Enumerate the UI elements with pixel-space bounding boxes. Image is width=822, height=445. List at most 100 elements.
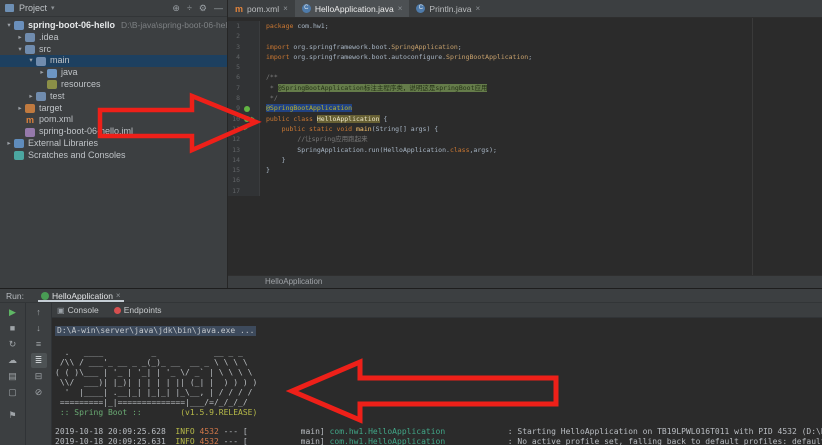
code-line[interactable]: 15} bbox=[228, 165, 822, 176]
line-number: 15 bbox=[228, 165, 243, 176]
rerun-icon[interactable]: ▶ bbox=[5, 305, 21, 320]
line-number: 3 bbox=[228, 41, 243, 52]
code-line[interactable]: 14 } bbox=[228, 154, 822, 166]
dump-threads-icon[interactable]: ▤ bbox=[5, 369, 21, 384]
code-line[interactable]: 5 bbox=[228, 62, 822, 73]
run-panel-label: Run: bbox=[6, 290, 24, 301]
run-icon[interactable]: ▶ bbox=[244, 126, 248, 132]
expand-arrow-icon[interactable]: ▸ bbox=[15, 32, 25, 44]
folder-java-icon bbox=[47, 68, 57, 78]
tree-item-main[interactable]: ▾ main bbox=[0, 55, 227, 68]
close-icon[interactable]: × bbox=[475, 4, 480, 13]
run-config-tab[interactable]: HelloApplication × bbox=[36, 289, 126, 302]
scroll-to-end-icon[interactable]: ≣ bbox=[30, 353, 47, 368]
tree-item-resources[interactable]: resources bbox=[0, 79, 227, 91]
tab-helloapplication-java[interactable]: C HelloApplication.java × bbox=[294, 0, 410, 17]
code-line[interactable]: 17 bbox=[228, 185, 822, 197]
tree-item-idea[interactable]: ▸ .idea bbox=[0, 32, 227, 44]
expand-arrow-icon[interactable]: ▾ bbox=[4, 20, 14, 32]
code-line[interactable]: 2 bbox=[228, 31, 822, 42]
expand-arrow-icon[interactable]: ▾ bbox=[15, 44, 25, 56]
collapse-all-icon[interactable]: ÷ bbox=[187, 2, 192, 14]
code-text: @SpringBootApplication bbox=[266, 104, 353, 113]
pin-icon[interactable]: ⚑ bbox=[5, 408, 21, 423]
chevron-down-icon[interactable]: ▾ bbox=[51, 4, 55, 12]
tree-item-root[interactable]: ▾ spring-boot-06-hello D:\B-java\spring-bo… bbox=[0, 20, 227, 32]
print-icon[interactable]: ⊟ bbox=[31, 369, 47, 384]
close-icon[interactable]: × bbox=[283, 4, 288, 13]
locate-file-icon[interactable]: ⊕ bbox=[172, 2, 180, 14]
tree-item-java[interactable]: ▸ java bbox=[0, 67, 227, 79]
restart-icon[interactable]: ↻ bbox=[5, 337, 21, 352]
maven-icon: m bbox=[25, 114, 34, 125]
soft-wrap-icon[interactable]: ≡ bbox=[31, 337, 47, 352]
tree-item-iml[interactable]: spring-boot-06-hello.iml bbox=[0, 126, 227, 138]
code-line[interactable]: 9 @SpringBootApplication bbox=[228, 103, 822, 114]
hide-panel-icon[interactable]: — bbox=[214, 2, 223, 14]
code-text: import org.springframework.boot.autoconf… bbox=[266, 52, 533, 61]
code-line[interactable]: 3 import org.springframework.boot.SpringA… bbox=[228, 41, 822, 52]
run-icon[interactable]: ▶ bbox=[251, 115, 255, 122]
spring-bean-icon[interactable] bbox=[244, 105, 250, 112]
code-line[interactable]: 16 bbox=[228, 175, 822, 186]
expand-arrow-icon[interactable]: ▾ bbox=[26, 55, 36, 67]
tree-item-src[interactable]: ▾ src bbox=[0, 44, 227, 56]
code-line[interactable]: 4 import org.springframework.boot.autocon… bbox=[228, 51, 822, 63]
close-icon[interactable]: × bbox=[398, 4, 403, 13]
down-stack-trace-icon[interactable]: ↓ bbox=[31, 321, 47, 336]
close-icon[interactable]: × bbox=[116, 291, 121, 300]
tree-item-test[interactable]: ▸ test bbox=[0, 91, 227, 103]
project-panel-header[interactable]: Project ▾ ⊕ ÷ ⚙ — bbox=[0, 0, 227, 17]
log-lines: 2019-10-18 20:09:25.628 INFO 4532 --- [ … bbox=[52, 427, 822, 445]
java-command-line: D:\A-win\server\java\jdk\bin\java.exe ..… bbox=[55, 326, 257, 336]
tab-console[interactable]: ▣ Console bbox=[57, 305, 99, 315]
line-number: 16 bbox=[228, 175, 243, 186]
tree-item-pom[interactable]: m pom.xml bbox=[0, 114, 227, 126]
line-number: 9 bbox=[228, 103, 243, 114]
code-line[interactable]: 13 SpringApplication.run(HelloApplicatio… bbox=[228, 144, 822, 155]
expand-arrow-icon[interactable]: ▸ bbox=[37, 67, 47, 79]
tab-endpoints[interactable]: Endpoints bbox=[113, 305, 162, 315]
code-line[interactable]: 8 */ bbox=[228, 93, 822, 104]
code-line[interactable]: 11 ▶ public static void main(String[] arg… bbox=[228, 123, 822, 135]
editor-tab-bar: m pom.xml × C HelloApplication.java × C … bbox=[228, 0, 822, 18]
attach-console-icon[interactable]: ▢ bbox=[5, 385, 21, 400]
tab-println-java[interactable]: C Println.java × bbox=[409, 0, 487, 17]
folder-target-icon bbox=[25, 103, 35, 113]
code-line[interactable]: 1 package com.hw1; bbox=[228, 21, 822, 32]
stop-icon[interactable]: ■ bbox=[5, 321, 21, 336]
gutter: ▶ bbox=[243, 113, 260, 124]
libraries-icon bbox=[14, 139, 24, 149]
expand-arrow-icon[interactable]: ▸ bbox=[4, 138, 14, 150]
gutter bbox=[243, 93, 260, 104]
tree-item-target[interactable]: ▸ target bbox=[0, 103, 227, 115]
gutter bbox=[243, 51, 260, 63]
code-line[interactable]: 6 /** bbox=[228, 72, 822, 83]
tree-item-label: target bbox=[39, 102, 63, 113]
spring-bean-icon[interactable] bbox=[244, 115, 250, 122]
tool-window-icon bbox=[5, 4, 14, 12]
line-number: 7 bbox=[228, 82, 243, 94]
gear-icon[interactable]: ⚙ bbox=[199, 2, 207, 14]
breadcrumb[interactable]: HelloApplication bbox=[228, 275, 822, 288]
up-stack-trace-icon[interactable]: ↑ bbox=[31, 305, 47, 320]
upload-hot-swap-icon[interactable]: ☁ bbox=[5, 353, 21, 368]
tree-item-external-libraries[interactable]: ▸ External Libraries bbox=[0, 138, 227, 150]
gutter bbox=[243, 154, 260, 166]
tab-label: Endpoints bbox=[123, 305, 162, 315]
spring-boot-ascii-banner: . ____ _ __ _ _ /\\ / ___'_ __ _ _(_)_ _… bbox=[55, 348, 258, 407]
right-margin-guide bbox=[752, 18, 753, 275]
tree-item-label: .idea bbox=[39, 31, 59, 42]
code-line[interactable]: 7 * @SpringBootApplication标注主程序类，说明这是spr… bbox=[228, 82, 822, 94]
console-icon: ▣ bbox=[57, 305, 65, 315]
code-line[interactable]: 12 //让spring应用跑起来 bbox=[228, 134, 822, 145]
code-line[interactable]: 10 ▶ public class HelloApplication { bbox=[228, 113, 822, 124]
tab-pom-xml[interactable]: m pom.xml × bbox=[228, 0, 295, 17]
iml-icon bbox=[25, 127, 35, 137]
expand-arrow-icon[interactable]: ▸ bbox=[15, 103, 25, 115]
clear-all-icon[interactable]: ⊘ bbox=[31, 385, 47, 400]
tree-item-scratches[interactable]: Scratches and Consoles bbox=[0, 150, 227, 162]
code-editor[interactable]: 1 package com.hw1; 2 3 import org.springfram… bbox=[228, 18, 822, 275]
folder-icon bbox=[36, 56, 46, 66]
expand-arrow-icon[interactable]: ▸ bbox=[26, 91, 36, 103]
